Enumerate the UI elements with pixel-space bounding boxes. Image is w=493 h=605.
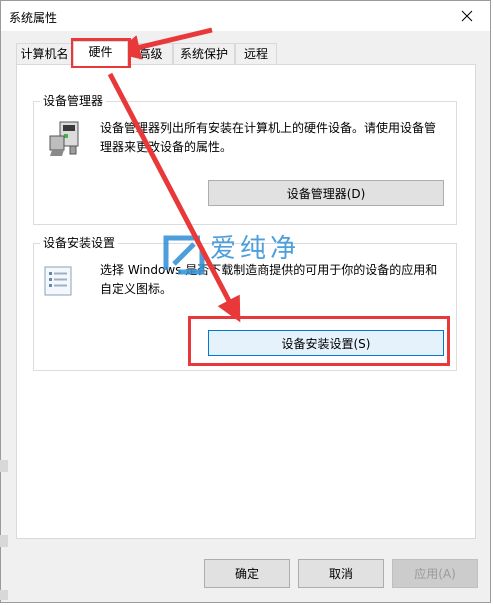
annotation-arrows	[107, 27, 241, 323]
tab-label: 硬件	[88, 45, 113, 59]
tab-hardware[interactable]: 硬件	[73, 41, 128, 66]
